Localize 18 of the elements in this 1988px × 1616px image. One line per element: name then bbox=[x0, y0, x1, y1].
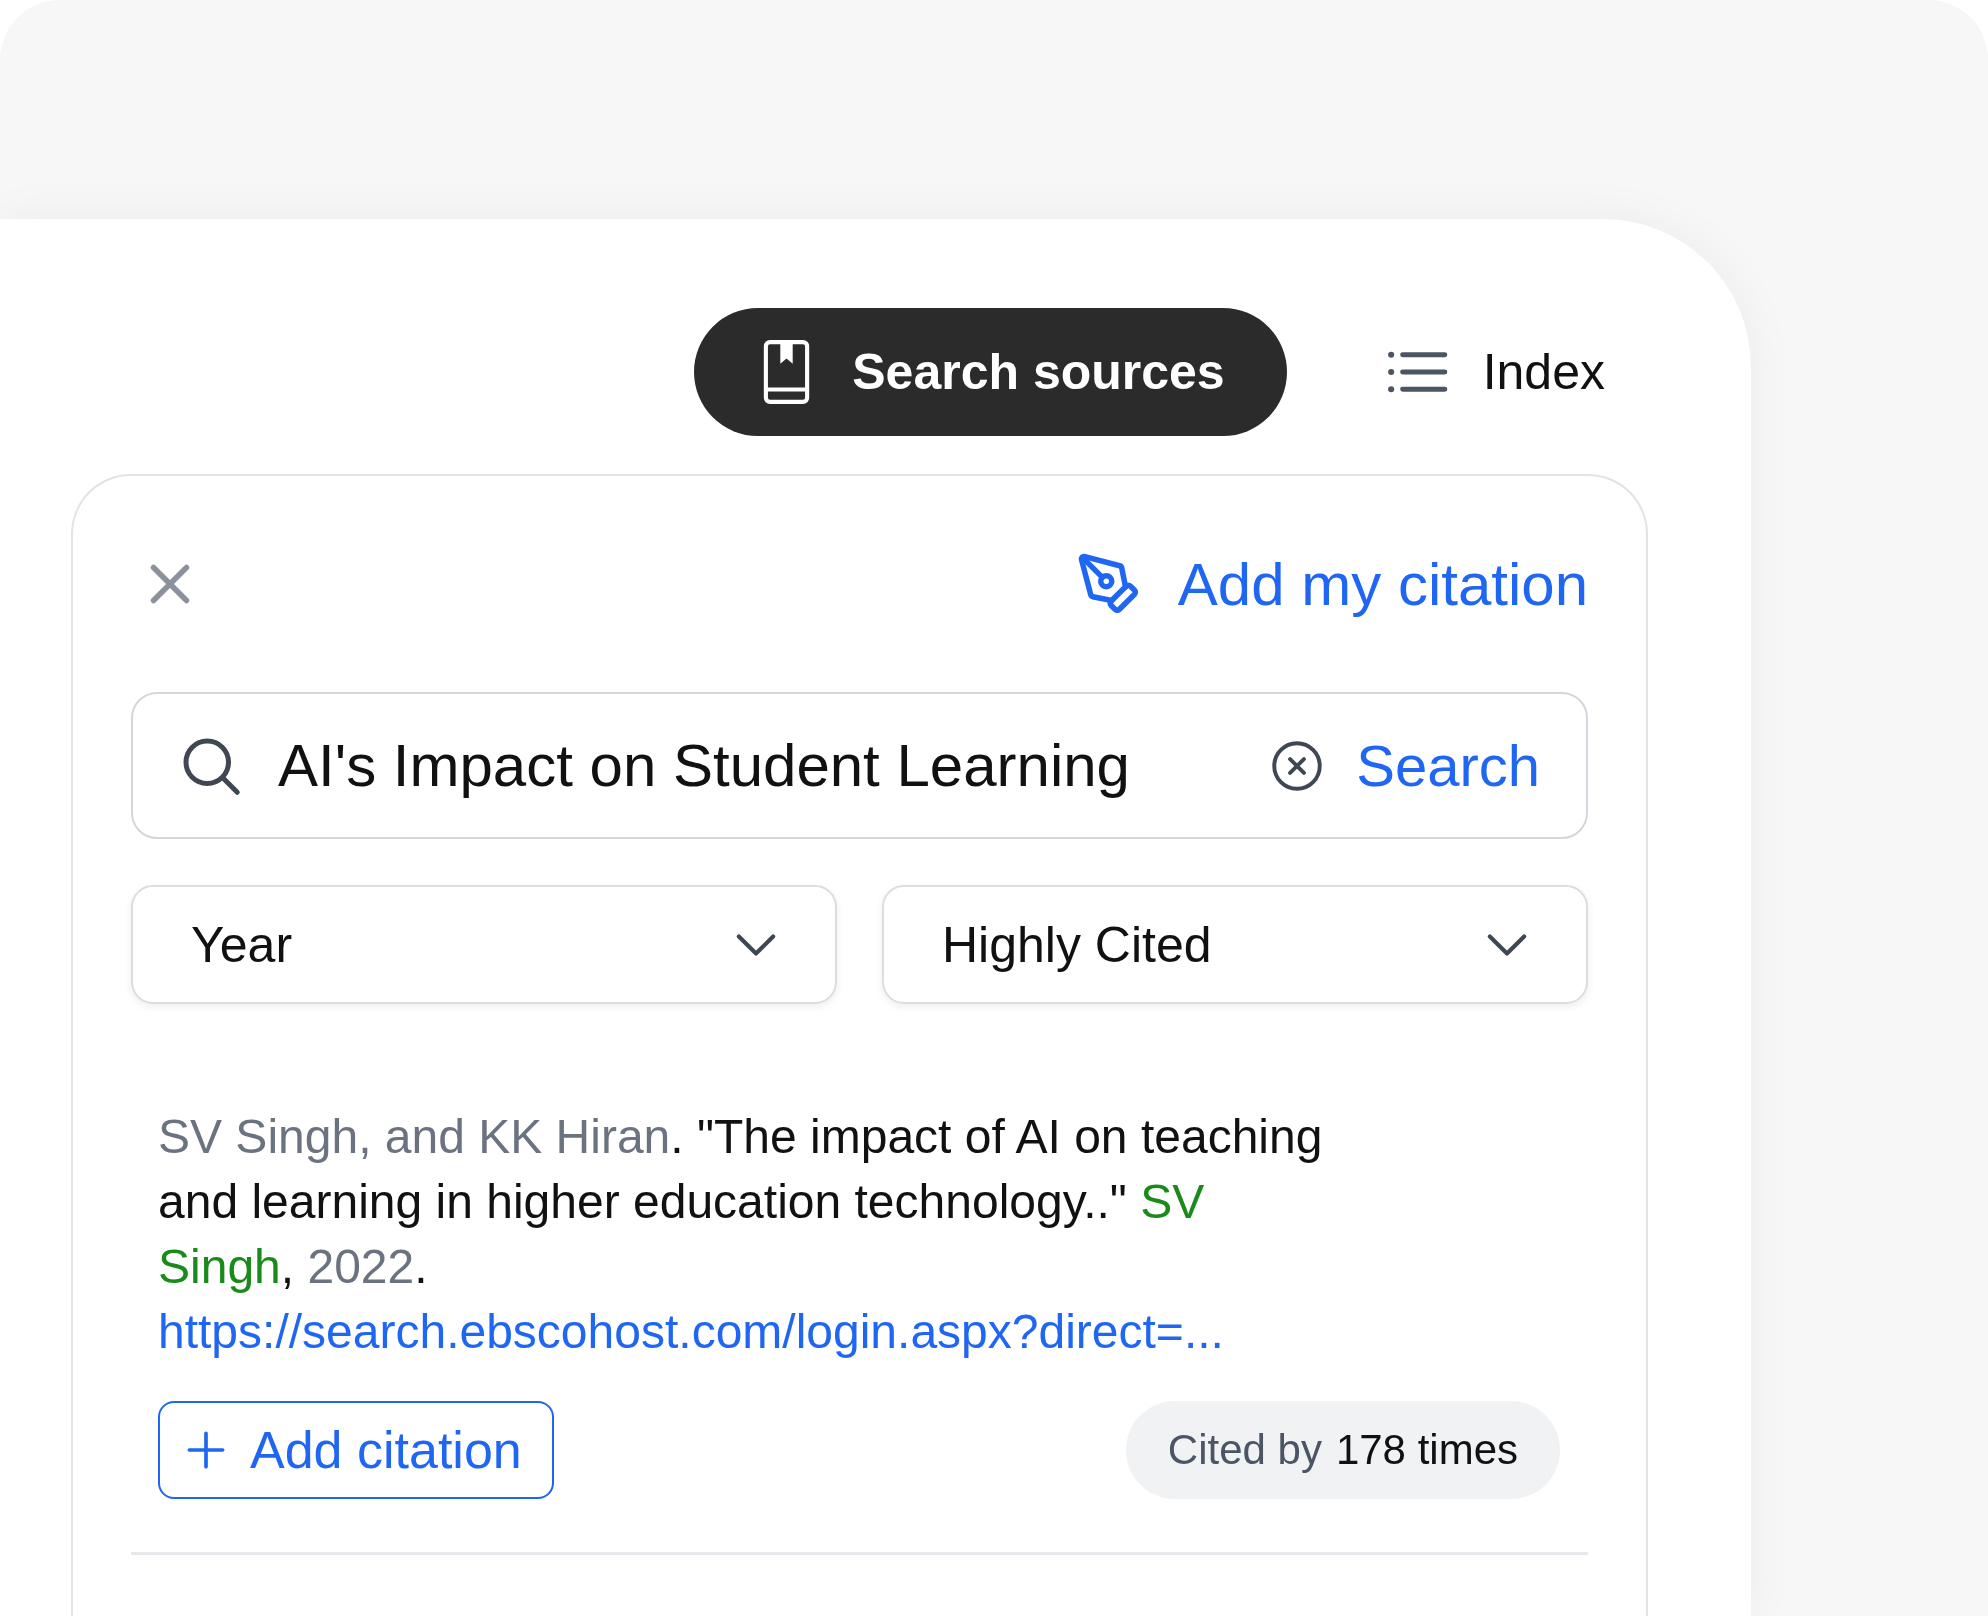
cited-count: 178 times bbox=[1335, 1426, 1518, 1474]
chevron-down-icon bbox=[734, 932, 778, 957]
citation-text: SV Singh, and KK Hiran. "The impact of AI on teaching and learning in higher education technology.." SV Singh, 2022. bbox=[158, 1109, 1324, 1295]
result-link[interactable]: https://search.ebscohost.com/login.aspx?direct=... bbox=[158, 1299, 1224, 1364]
dropdown[interactable]: Year bbox=[131, 885, 837, 1004]
plus-icon bbox=[186, 1430, 226, 1470]
add-citation-button[interactable]: Add citation bbox=[158, 1401, 554, 1499]
add-my-citation-button[interactable]: Add my citation bbox=[1075, 549, 1588, 619]
tab[interactable]: Search sources bbox=[694, 308, 1287, 436]
close-icon[interactable] bbox=[148, 562, 192, 606]
tab[interactable]: Index bbox=[1386, 308, 1605, 436]
dropdown[interactable]: Highly Cited bbox=[882, 885, 1588, 1004]
search-button[interactable]: Search bbox=[1356, 732, 1540, 799]
cited-by-label: Cited by bbox=[1167, 1426, 1322, 1474]
chevron-down-icon bbox=[1485, 932, 1529, 957]
clear-icon[interactable] bbox=[1271, 739, 1324, 792]
list-icon bbox=[1386, 349, 1449, 395]
search-field[interactable]: AI's Impact on Student Learning Search bbox=[131, 692, 1588, 839]
